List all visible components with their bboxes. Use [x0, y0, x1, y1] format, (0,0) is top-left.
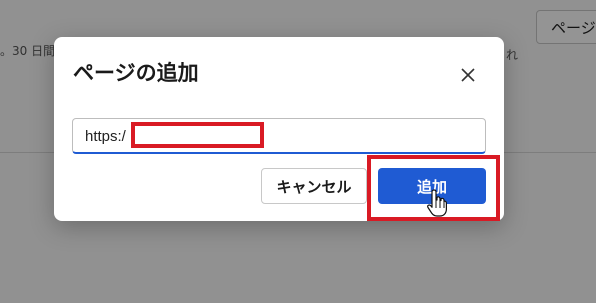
hand-cursor-icon [427, 189, 447, 217]
close-icon [461, 68, 475, 82]
redaction-box [131, 122, 264, 148]
close-button[interactable] [454, 61, 482, 89]
cancel-button[interactable]: キャンセル [261, 168, 367, 204]
dialog-title: ページの追加 [73, 61, 199, 85]
